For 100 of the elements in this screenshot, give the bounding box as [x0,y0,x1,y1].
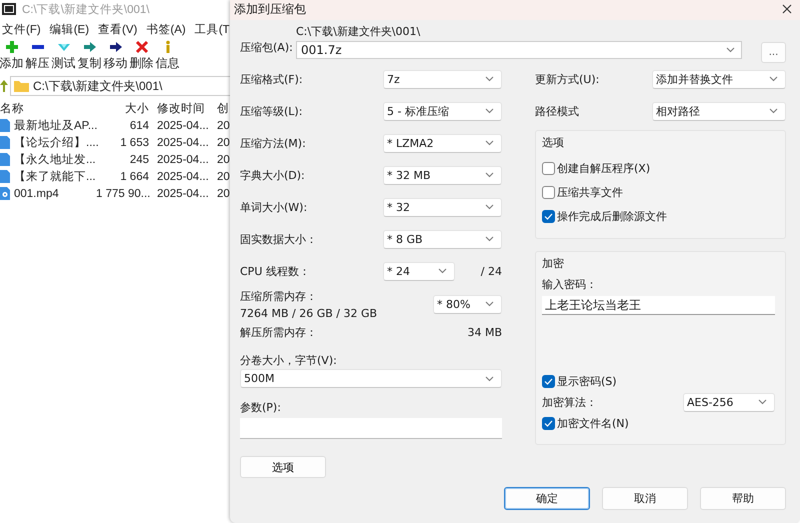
modified-date: 2025-04... [156,154,210,166]
menu-item[interactable]: 书签(A) [146,22,186,36]
password-field[interactable]: 上老王论坛当老王 [542,296,775,315]
document-icon [0,136,10,149]
close-icon[interactable] [782,4,792,14]
file-name: 【论坛介绍】.... [14,136,99,150]
dropdown[interactable]: * 32 MB [383,166,502,184]
field-label: 压缩等级(L): [240,104,304,118]
menu-item[interactable]: 文件(F) [2,22,41,36]
table-cell-text: 20 [216,188,230,200]
address-bar[interactable]: C:\下载\新建文件夹\001\ [10,76,232,96]
document-icon [0,153,10,166]
caret-icon [438,268,447,274]
field-label: 压缩包(A): [240,40,294,55]
toolbar-button[interactable]: 添加 [0,40,24,74]
checkbox[interactable] [542,186,555,198]
arrow-icon [82,40,96,54]
dropdown[interactable]: * 24 [383,262,455,280]
checkbox[interactable] [542,416,555,430]
field-label: 压缩方法(M): [240,136,307,150]
checkbox[interactable] [542,210,555,222]
column-header[interactable]: 大小 [96,100,152,116]
check-icon [544,378,553,386]
dialog-button[interactable]: 取消 [602,487,688,510]
memory-usage: 7264 MB / 26 GB / 32 GB [240,306,378,320]
toolbar-button[interactable]: 移动 [103,40,128,74]
dropdown[interactable]: 添加并替换文件 [652,70,786,88]
modified-date: 2025-04... [156,188,210,200]
menu-item[interactable]: 编辑(E) [50,22,90,36]
field-label: 更新方式(U): [535,72,600,86]
field-label: 路径模式 [535,104,580,118]
file-size: 1 664 [119,170,150,182]
dropdown[interactable]: AES-256 [683,392,775,412]
field-label: 字典大小(D): [240,168,306,182]
group-title: 选项 [542,135,565,150]
modified-date: 2025-04... [156,136,210,148]
dropdown[interactable]: * 8 GB [383,230,502,248]
modified-date: 2025-04... [156,120,210,132]
arrow-icon [108,40,122,54]
field-label: 输入密码： [542,277,598,292]
toolbar-button[interactable]: 删除 [129,40,154,74]
options-button[interactable]: 选项 [240,456,326,478]
checkbox-label: 压缩共享文件 [557,184,623,200]
checkbox[interactable] [542,162,555,174]
file-size: 245 [128,154,150,166]
dropdown[interactable]: 7z [383,70,502,88]
file-name: 最新地址及AP... [14,118,98,133]
file-size: 614 [128,120,150,132]
folder-icon [14,80,29,92]
field-label: 压缩所需内存： [240,288,318,304]
dialog-button[interactable]: 帮助 [700,487,786,510]
file-size: 1 775 90... [96,188,152,200]
toolbar-button[interactable]: 测试 [51,40,76,74]
field-label: 单词大小(W): [240,200,308,214]
check-icon [544,212,553,220]
window-title: C:\下载\新建文件夹\001\ [22,2,150,16]
caret-icon [485,301,494,307]
file-name: 【来了就能下... [14,170,96,184]
up-arrow-icon[interactable] [0,80,8,92]
dialog-button[interactable]: 确定 [504,487,590,510]
toolbar-button[interactable]: 信息 [155,40,180,74]
toolbar-button[interactable]: 解压 [25,40,50,74]
column-header[interactable]: 创 [212,100,230,116]
caret-icon [485,108,494,114]
caret-icon [485,76,494,82]
dropdown[interactable]: * 80% [433,294,502,314]
caret-icon [769,108,778,114]
archive-name-field[interactable]: 001.7z [296,41,742,59]
field-label: 解压所需内存： [240,324,317,340]
dropdown[interactable]: * LZMA2 [383,134,502,152]
document-icon [0,119,10,132]
table-cell-text: 20 [216,120,230,132]
parameters-field[interactable] [240,418,502,439]
dropdown[interactable]: 相对路径 [652,102,786,120]
volume-size-dropdown[interactable]: 500M [240,369,502,388]
memory-value: 34 MB [467,326,502,338]
checkbox[interactable] [542,375,555,388]
menu-item[interactable]: 查看(V) [98,22,138,36]
field-label: CPU 线程数： [240,264,311,278]
caret-icon [769,76,778,82]
folder-path: C:\下载\新建文件夹\001\ [296,24,422,40]
checkbox-label: 加密文件名(N) [557,416,629,431]
menu-item[interactable]: 工具(T [194,22,230,36]
dropdown[interactable]: * 32 [383,198,502,216]
field-label: 分卷大小，字节(V): [240,353,338,369]
field-label: 固实数据大小： [240,232,318,246]
toolbar-button[interactable]: 复制 [77,40,102,74]
check-icon [544,420,553,427]
column-header[interactable]: 名称 [0,100,96,116]
column-header[interactable]: 修改时间 [152,100,212,116]
dropdown[interactable]: 5 - 标准压缩 [383,102,502,120]
thread-count: / 24 [480,264,502,278]
group-title: 加密 [542,256,565,271]
browse-button[interactable]: ... [761,42,786,63]
file-name: 001.mp4 [14,188,59,200]
table-cell-text: 20 [216,154,230,166]
caret-icon [485,172,494,178]
caret-icon [485,376,494,382]
caret-icon [485,140,494,146]
cross-icon [134,40,148,54]
